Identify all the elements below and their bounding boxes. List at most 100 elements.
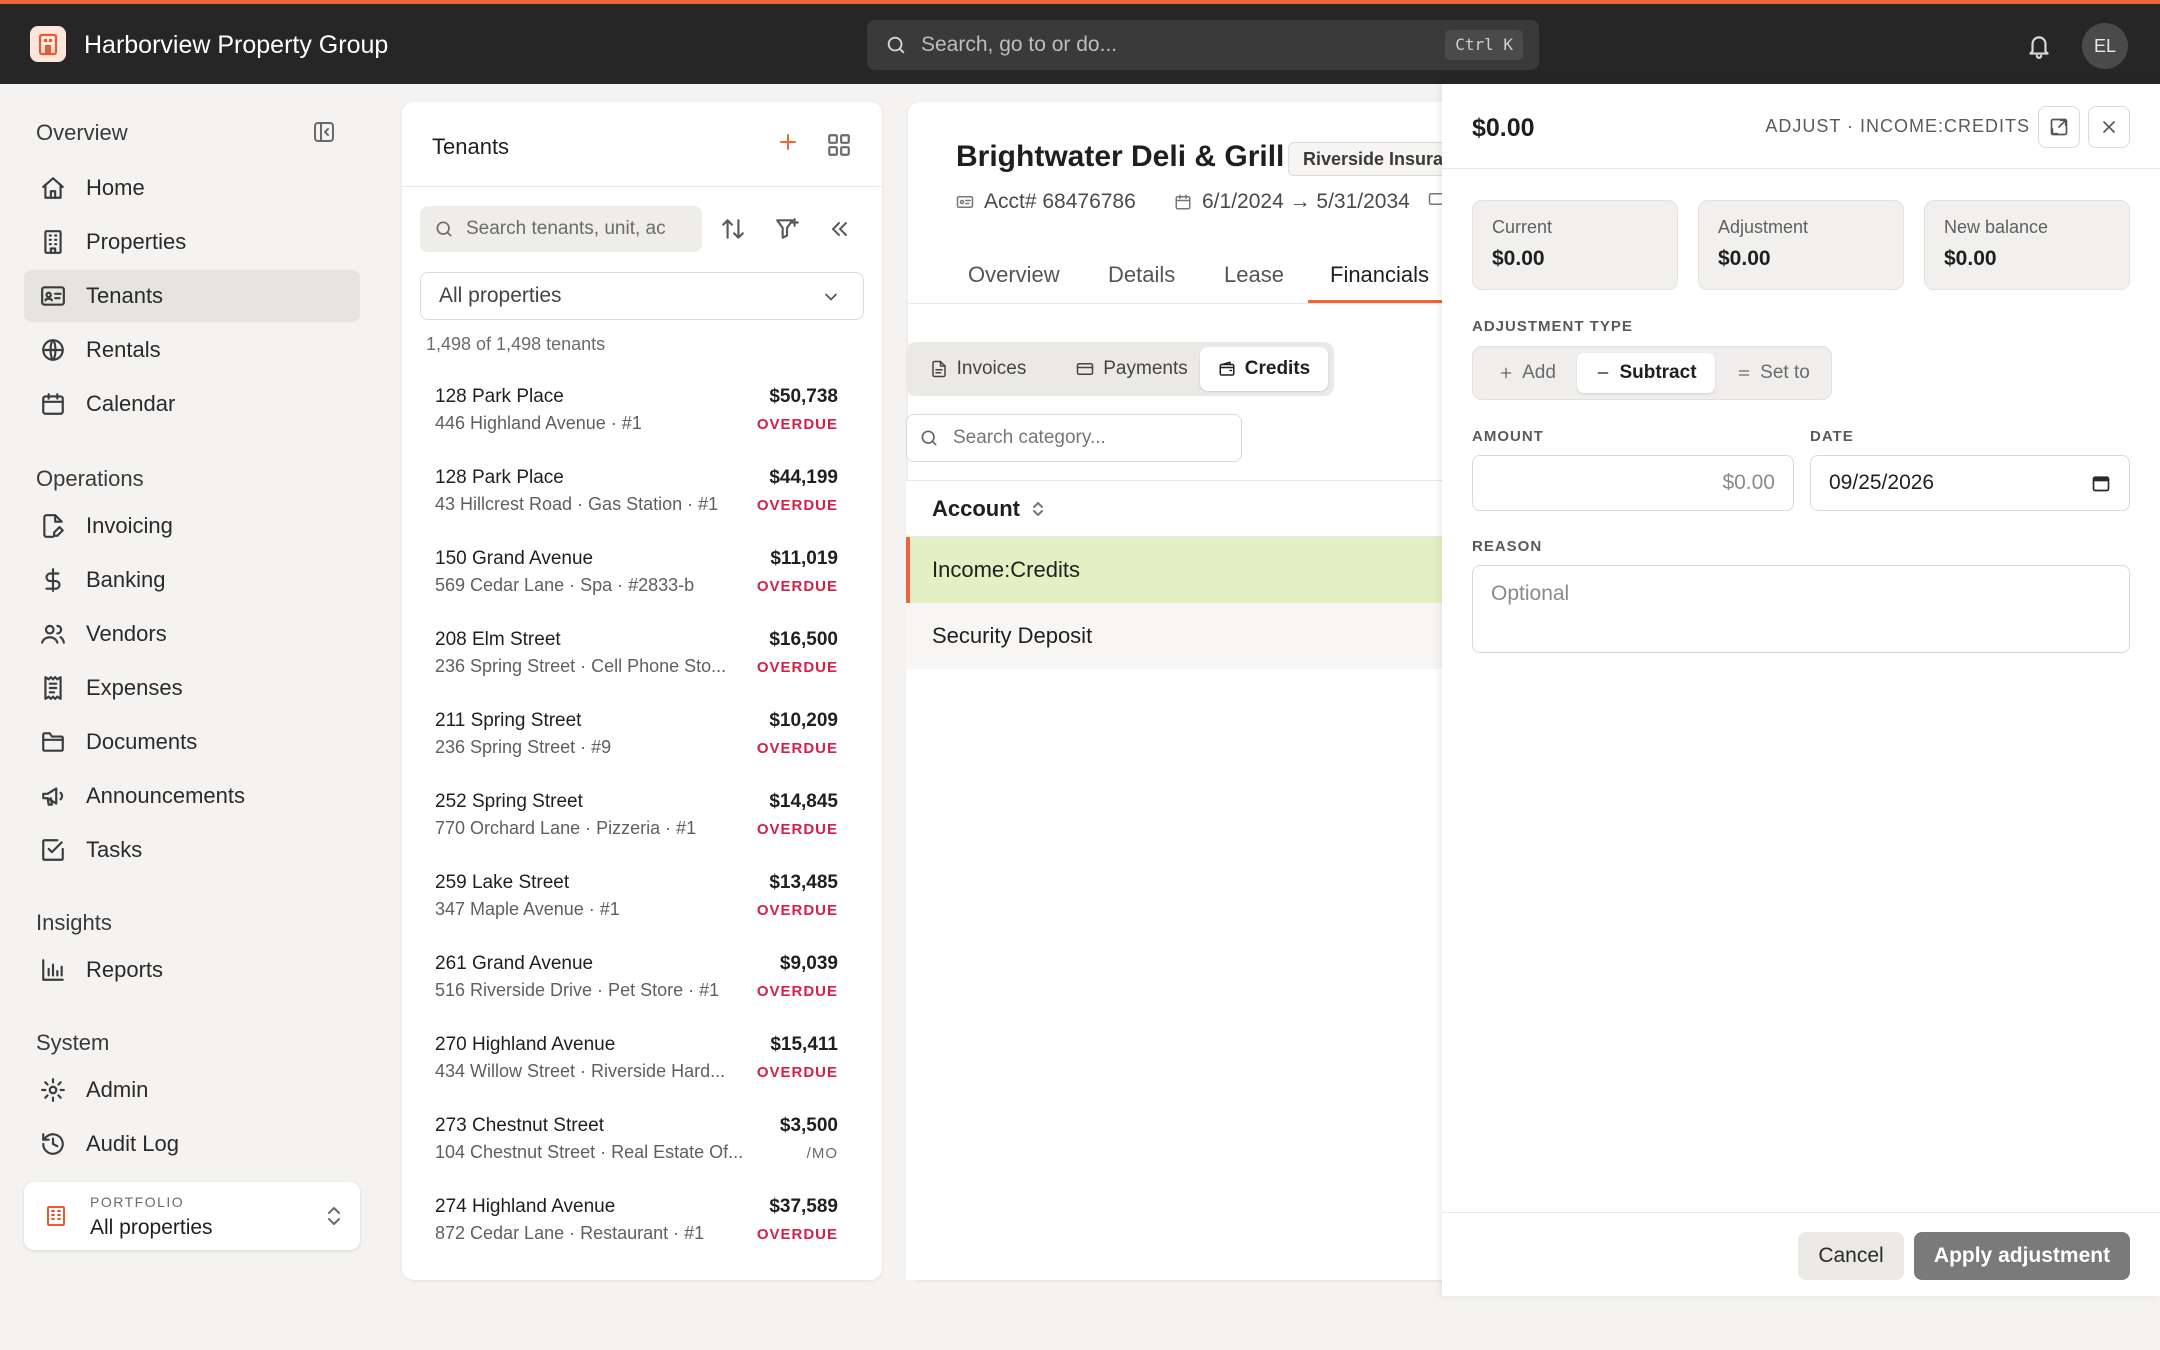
tenant-name: 208 Elm Street xyxy=(435,629,561,650)
tenant-name: 150 Grand Avenue xyxy=(435,548,594,569)
sidebar-item-invoicing[interactable]: Invoicing xyxy=(24,500,360,552)
tenant-status: /MO xyxy=(806,1145,838,1162)
tenant-row[interactable]: 128 Park Place 446 Highland Avenue · #1 $5… xyxy=(402,378,882,459)
tenant-balance: $9,039 xyxy=(779,953,838,974)
tenant-row[interactable]: 150 Grand Avenue 569 Cedar Lane · Spa · #… xyxy=(402,540,882,621)
category-search-placeholder: Search category... xyxy=(953,427,1106,448)
sidebar-item-vendors[interactable]: Vendors xyxy=(24,608,360,660)
tenant-row[interactable]: 208 Elm Street 236 Spring Street · Cell P… xyxy=(402,621,882,702)
bell-icon[interactable] xyxy=(2026,32,2052,60)
adjustment-type-add[interactable]: Add xyxy=(1479,353,1575,393)
sidebar-item-tenants[interactable]: Tenants xyxy=(24,270,360,322)
apply-adjustment-button[interactable]: Apply adjustment xyxy=(1914,1232,2130,1280)
stat-value: $0.00 xyxy=(1944,247,1997,270)
sidebar-item-admin[interactable]: Admin xyxy=(24,1064,360,1116)
calendar-icon[interactable] xyxy=(2091,473,2111,493)
category-search-input[interactable]: Search category... xyxy=(906,414,1242,462)
global-search-input[interactable]: Search, go to or do... Ctrl K xyxy=(867,20,1539,70)
app-title: Harborview Property Group xyxy=(84,31,389,59)
calendar-icon xyxy=(40,391,68,417)
collapse-sidebar-icon[interactable] xyxy=(312,120,336,144)
sidebar: Overview Home Properties Tenants Rentals… xyxy=(0,84,384,1350)
divider xyxy=(402,186,882,187)
app-logo-icon[interactable] xyxy=(30,26,66,62)
account-number-text: Acct# 68476786 xyxy=(984,190,1136,213)
filter-add-icon[interactable] xyxy=(774,216,800,242)
tenant-row[interactable]: 261 Grand Avenue 516 Riverside Drive · Pe… xyxy=(402,945,882,1026)
date-input[interactable]: 09/25/2026 xyxy=(1810,455,2130,511)
subtab-invoices[interactable]: Invoices xyxy=(914,347,1042,391)
expand-icon[interactable] xyxy=(2038,106,2080,148)
sidebar-item-home[interactable]: Home xyxy=(24,162,360,214)
tenant-row[interactable]: 274 Highland Avenue 872 Cedar Lane · Rest… xyxy=(402,1188,882,1269)
amount-input[interactable]: $0.00 xyxy=(1472,455,1794,511)
sidebar-item-documents[interactable]: Documents xyxy=(24,716,360,768)
account-column-header[interactable]: Account xyxy=(906,481,1448,537)
sidebar-item-tasks[interactable]: Tasks xyxy=(24,824,360,876)
add-tenant-icon[interactable] xyxy=(776,130,800,154)
account-row[interactable]: Income:Credits xyxy=(906,537,1448,603)
portfolio-switcher[interactable]: PORTFOLIO All properties xyxy=(24,1182,360,1250)
sidebar-item-label: Home xyxy=(86,175,145,200)
tenant-balance: $3,500 xyxy=(779,1115,838,1136)
tenant-address: 347 Maple Avenue · #1 xyxy=(435,899,620,919)
tenant-row[interactable]: 273 Chestnut Street 104 Chestnut Street ·… xyxy=(402,1107,882,1188)
sidebar-item-label: Banking xyxy=(86,567,166,592)
tenant-address: 43 Hillcrest Road · Gas Station · #1 xyxy=(435,494,719,514)
user-avatar[interactable]: EL xyxy=(2082,23,2128,69)
sidebar-section-title: Insights xyxy=(36,910,112,935)
tab-details[interactable]: Details xyxy=(1108,262,1175,288)
sidebar-item-reports[interactable]: Reports xyxy=(24,944,360,996)
adjustment-type-text: Add xyxy=(1522,362,1556,383)
calendar-icon xyxy=(1175,194,1191,210)
sidebar-item-properties[interactable]: Properties xyxy=(24,216,360,268)
tenant-status: OVERDUE xyxy=(756,1226,838,1243)
id-card-icon xyxy=(956,196,974,208)
tenant-address: 104 Chestnut Street · Real Estate Of... xyxy=(435,1142,744,1162)
sidebar-item-audit-log[interactable]: Audit Log xyxy=(24,1118,360,1170)
sidebar-item-calendar[interactable]: Calendar xyxy=(24,378,360,430)
sidebar-item-label: Documents xyxy=(86,729,198,754)
sidebar-item-label: Tasks xyxy=(86,837,143,862)
sidebar-item-rentals[interactable]: Rentals xyxy=(24,324,360,376)
tenant-search-input[interactable]: Search tenants, unit, ac xyxy=(420,206,702,252)
sidebar-item-label: Invoicing xyxy=(86,513,173,538)
tab-financials[interactable]: Financials xyxy=(1330,262,1429,288)
tenant-address: 872 Cedar Lane · Restaurant · #1 xyxy=(435,1223,705,1243)
users-icon xyxy=(40,621,68,647)
checkbox-icon xyxy=(40,837,68,863)
grid-view-icon[interactable] xyxy=(826,132,852,158)
tab-lease[interactable]: Lease xyxy=(1224,262,1284,288)
tenant-balance: $14,845 xyxy=(769,791,838,812)
adjustment-type-subtract[interactable]: Subtract xyxy=(1577,353,1715,393)
account-row[interactable]: Security Deposit xyxy=(906,603,1448,669)
tenant-row[interactable]: 270 Highland Avenue 434 Willow Street · R… xyxy=(402,1026,882,1107)
tenant-status: OVERDUE xyxy=(756,416,838,433)
adjustment-type-set-to[interactable]: Set to xyxy=(1719,353,1827,393)
cancel-button[interactable]: Cancel xyxy=(1798,1232,1904,1280)
tenant-row[interactable]: 252 Spring Street 770 Orchard Lane · Pizz… xyxy=(402,783,882,864)
tab-overview[interactable]: Overview xyxy=(968,262,1060,288)
subtab-credits[interactable]: Credits xyxy=(1200,347,1328,391)
sidebar-item-expenses[interactable]: Expenses xyxy=(24,662,360,714)
subtab-payments[interactable]: Payments xyxy=(1052,347,1212,391)
tenant-row[interactable]: 211 Spring Street 236 Spring Street · #9 $… xyxy=(402,702,882,783)
close-icon[interactable] xyxy=(2088,106,2130,148)
adjustment-type-label: ADJUSTMENT TYPE xyxy=(1472,318,1633,335)
date-value: 09/25/2026 xyxy=(1829,471,1935,494)
subtab-label: Payments xyxy=(1103,358,1188,379)
building-icon xyxy=(44,1204,68,1228)
sidebar-item-banking[interactable]: Banking xyxy=(24,554,360,606)
search-icon xyxy=(436,221,452,237)
tenant-row[interactable]: 259 Lake Street 347 Maple Avenue · #1 $13,… xyxy=(402,864,882,945)
reason-textarea[interactable]: Optional xyxy=(1472,565,2130,653)
date-label: DATE xyxy=(1810,428,1854,445)
collapse-panel-icon[interactable] xyxy=(828,216,852,242)
current-balance-card: Current $0.00 xyxy=(1472,200,1678,290)
tenant-row[interactable]: 128 Park Place 43 Hillcrest Road · Gas St… xyxy=(402,459,882,540)
adjustment-type-text: Set to xyxy=(1760,362,1810,383)
property-filter-select[interactable]: All properties xyxy=(420,272,864,320)
sidebar-item-announcements[interactable]: Announcements xyxy=(24,770,360,822)
sort-icon[interactable] xyxy=(720,216,746,242)
adjustment-type-text: Subtract xyxy=(1619,362,1697,383)
